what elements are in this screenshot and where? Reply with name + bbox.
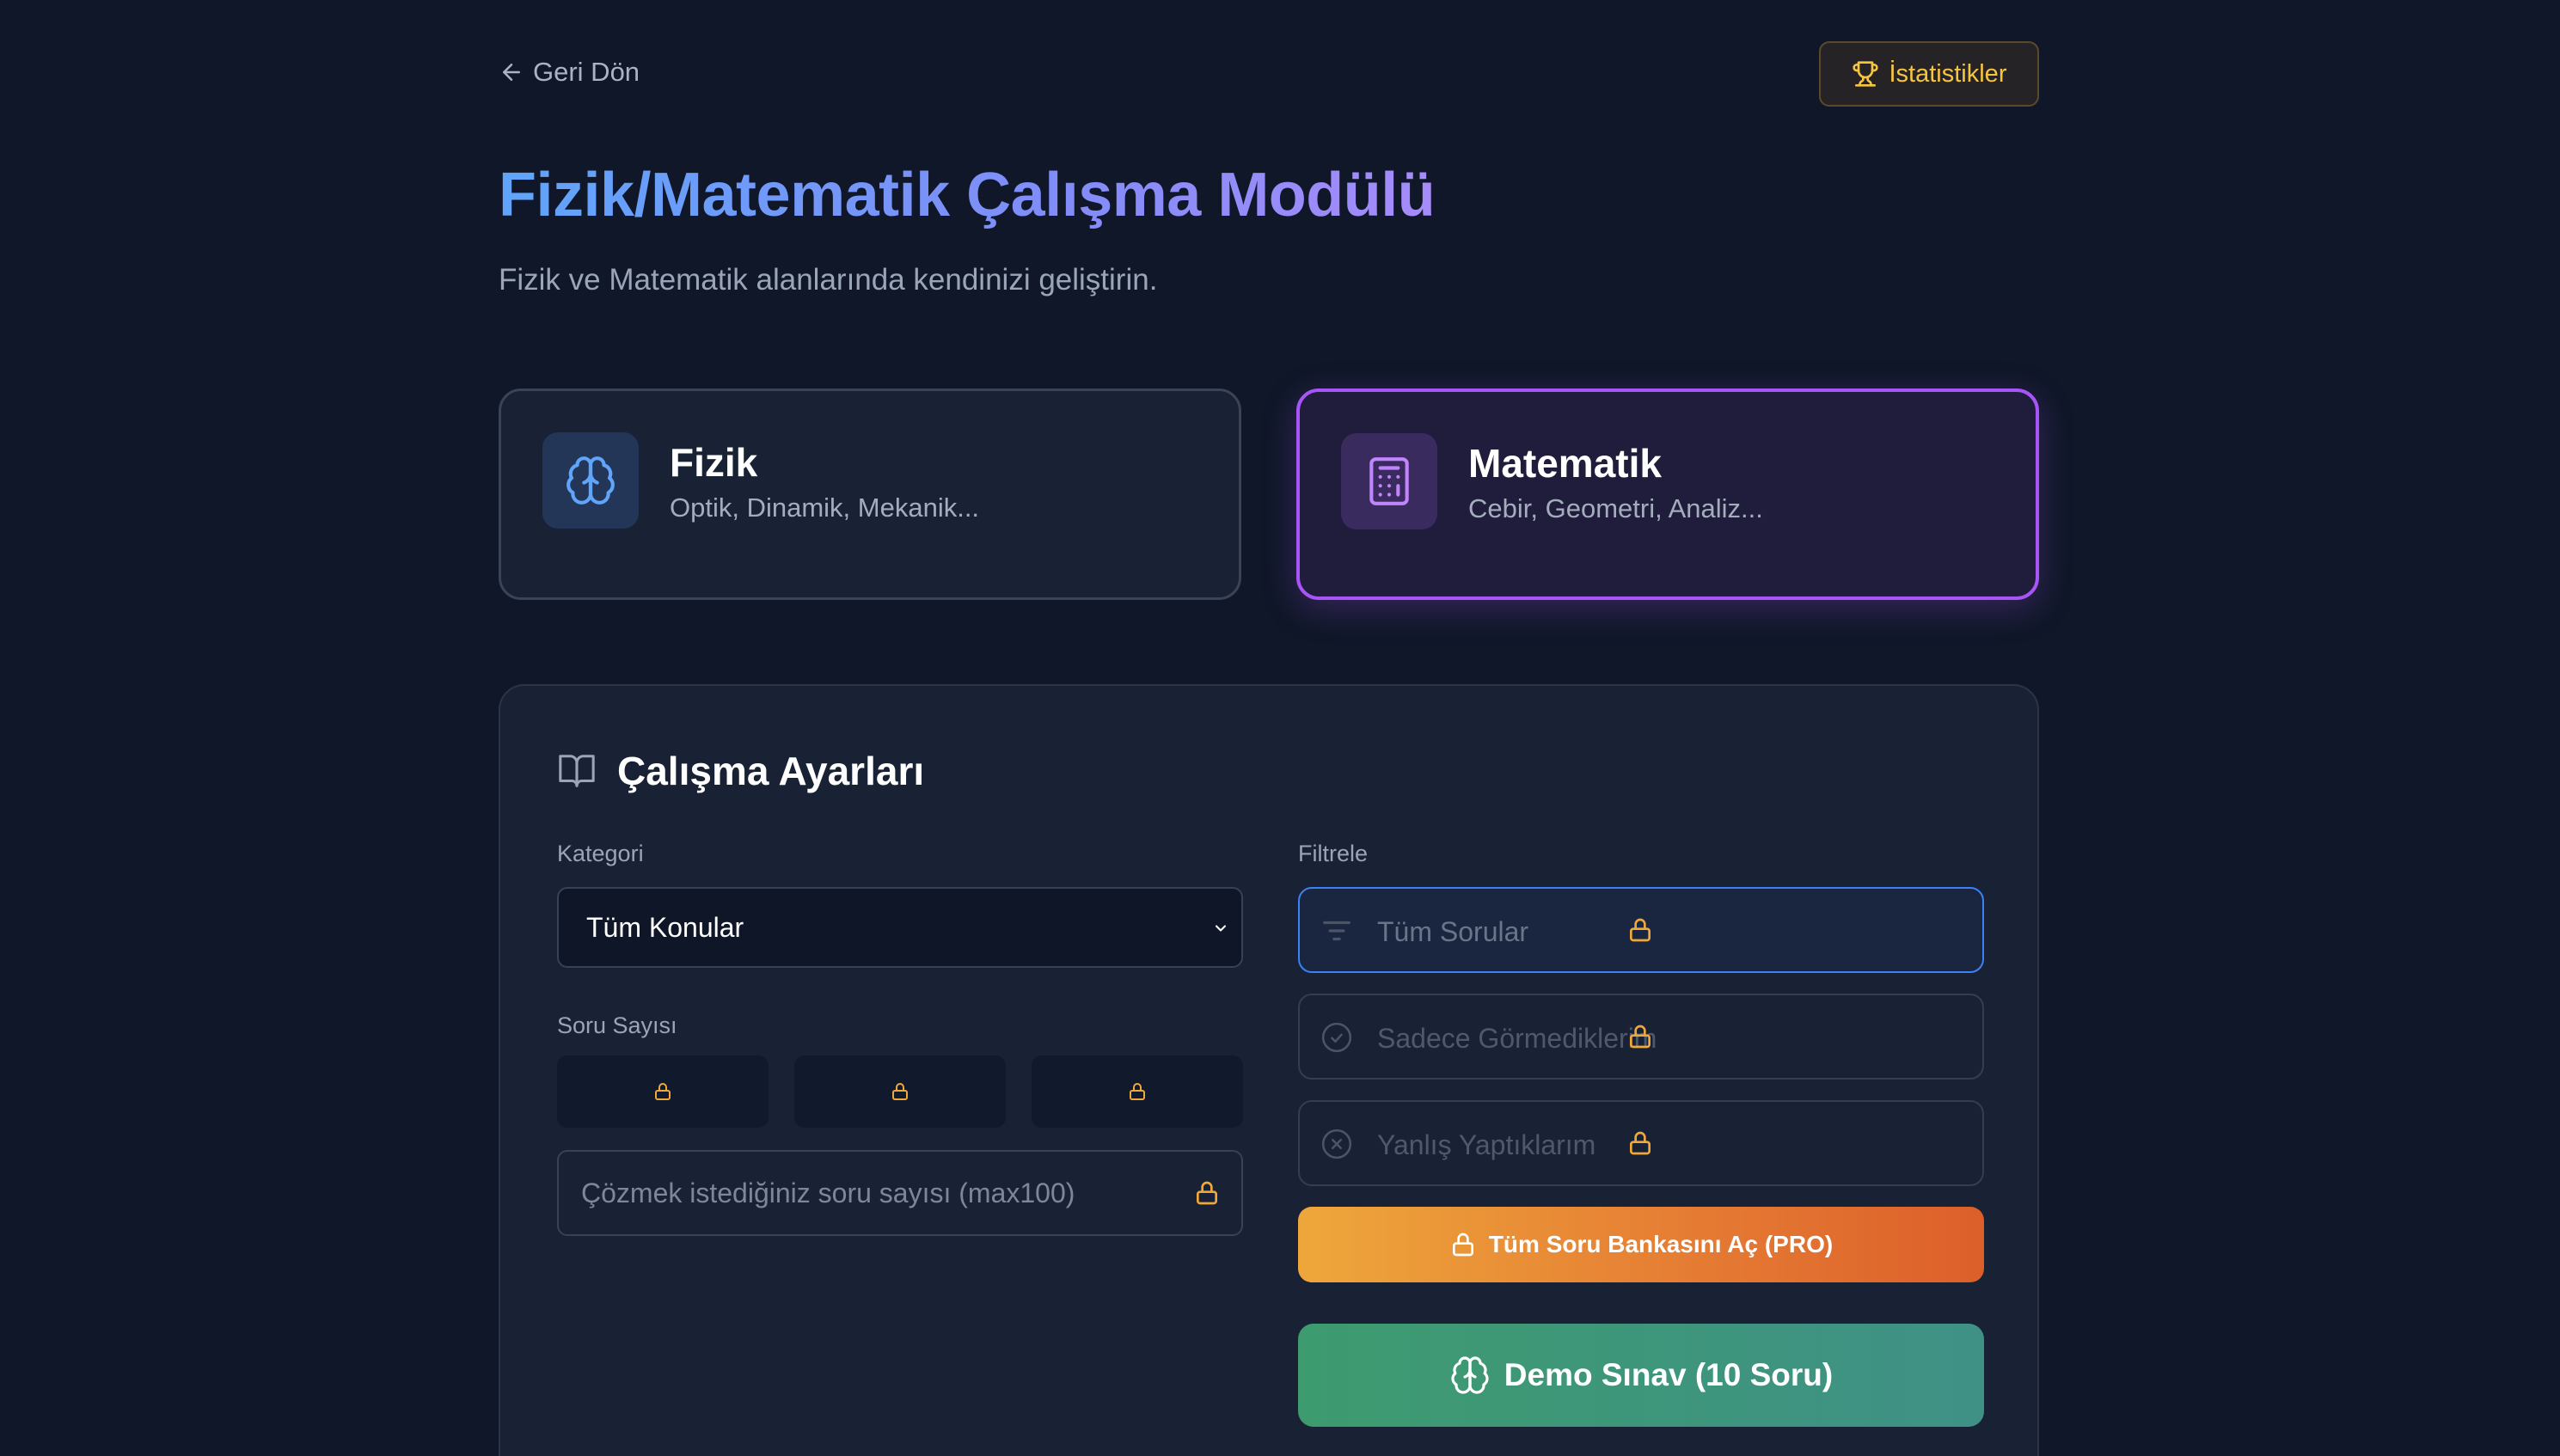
lock-icon — [1630, 1131, 1651, 1155]
unlock-pro-button[interactable]: Tüm Soru Bankasını Aç (PRO) — [1298, 1207, 1984, 1282]
brain-icon — [1451, 1356, 1489, 1394]
back-label: Geri Dön — [533, 57, 640, 87]
lock-icon — [1630, 1025, 1651, 1049]
question-count-label: Soru Sayısı — [557, 1012, 677, 1038]
lock-icon — [1630, 918, 1651, 942]
settings-title: Çalışma Ayarları — [617, 749, 925, 793]
subject-topics: Optik, Dinamik, Mekanik... — [670, 492, 980, 523]
filter-label-text: Yanlış Yaptıklarım — [1377, 1129, 1596, 1160]
book-open-icon — [559, 755, 595, 787]
subject-icon-box — [1341, 433, 1437, 529]
arrow-left-icon — [503, 64, 520, 81]
lock-icon — [892, 1083, 908, 1100]
subject-card-matematik[interactable]: Matematik Cebir, Geometri, Analiz... — [1296, 388, 2039, 600]
filter-label-text: Sadece Görmediklerim — [1377, 1023, 1657, 1054]
calculator-icon — [1369, 457, 1409, 505]
page: Geri Dön İstatistikler Fizik/Matematik Ç… — [0, 0, 2560, 1456]
filter-wrong-answers[interactable]: Yanlış Yaptıklarım — [1298, 1100, 1984, 1186]
brain-icon — [567, 456, 615, 505]
subject-icon-box — [542, 432, 639, 529]
question-count-option-locked[interactable] — [1032, 1055, 1243, 1128]
category-label: Kategori — [557, 841, 644, 866]
question-count-placeholder: Çözmek istediğiniz soru sayısı (max100) — [581, 1177, 1075, 1208]
subject-topics: Cebir, Geometri, Analiz... — [1468, 493, 1763, 523]
trophy-icon — [1852, 61, 1878, 87]
filter-icon — [1323, 921, 1350, 941]
subject-card-fizik[interactable]: Fizik Optik, Dinamik, Mekanik... — [499, 388, 1241, 600]
demo-button-label: Demo Sınav (10 Soru) — [1504, 1357, 1834, 1392]
lock-icon — [1130, 1083, 1145, 1100]
category-select[interactable]: Tüm Konular — [557, 887, 1243, 968]
filter-label: Filtrele — [1298, 841, 1369, 866]
page-subtitle: Fizik ve Matematik alanlarında kendinizi… — [499, 263, 1158, 297]
subject-name: Fizik — [670, 440, 758, 485]
category-value: Tüm Konular — [586, 911, 744, 943]
question-count-input[interactable]: Çözmek istediğiniz soru sayısı (max100) — [557, 1150, 1243, 1236]
lock-icon — [655, 1083, 671, 1100]
filter-unseen-only[interactable]: Sadece Görmediklerim — [1298, 994, 1984, 1080]
filter-all-questions[interactable]: Tüm Sorular — [1298, 887, 1984, 973]
lock-icon — [1197, 1181, 1217, 1205]
page-title: Fizik/Matematik Çalışma Modülü — [499, 161, 1436, 229]
statistics-label: İstatistikler — [1889, 59, 2007, 88]
x-circle-icon — [1321, 1129, 1352, 1159]
demo-exam-button[interactable]: Demo Sınav (10 Soru) — [1298, 1324, 1984, 1427]
chevron-down-icon — [1215, 925, 1227, 932]
statistics-button[interactable]: İstatistikler — [1819, 41, 2039, 107]
subject-name: Matematik — [1468, 441, 1662, 486]
check-circle-icon — [1321, 1022, 1352, 1053]
settings-panel: Çalışma Ayarları Kategori Tüm Konular So… — [499, 684, 2039, 1456]
question-count-option-locked[interactable] — [557, 1055, 769, 1128]
question-count-option-locked[interactable] — [794, 1055, 1006, 1128]
pro-button-label: Tüm Soru Bankasını Aç (PRO) — [1488, 1231, 1834, 1257]
settings-header: Çalışma Ayarları — [557, 748, 924, 794]
filter-label-text: Tüm Sorular — [1377, 916, 1529, 947]
back-button[interactable]: Geri Dön — [499, 57, 640, 88]
lock-icon — [1452, 1233, 1473, 1257]
